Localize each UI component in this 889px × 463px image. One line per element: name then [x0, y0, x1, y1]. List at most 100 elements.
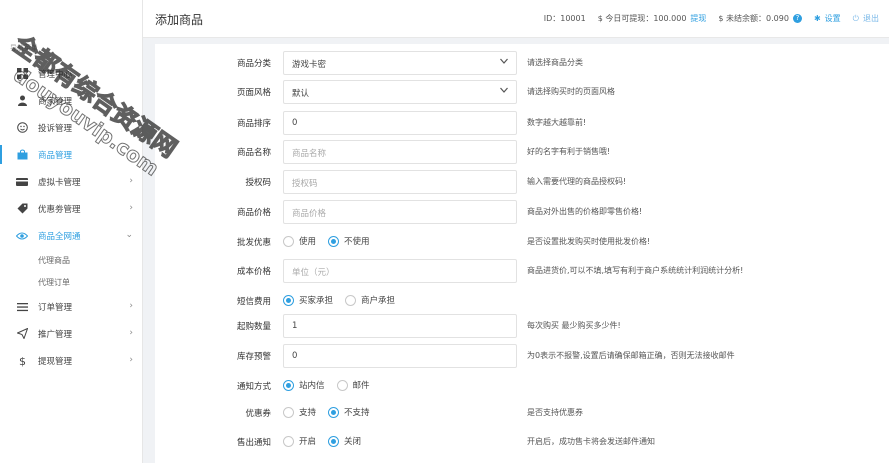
form-row: 库存预警 0 为0表示不报警,设置后请确保邮箱正确，否则无法接收邮件 — [155, 344, 889, 368]
sidebar-item[interactable]: 订单管理 › — [0, 293, 143, 320]
form-row: 商品分类 游戏卡密 请选择商品分类 — [155, 51, 889, 75]
radio-option[interactable]: 使用 — [283, 235, 316, 247]
field-label: 售出通知 — [236, 438, 271, 448]
radio-option[interactable]: 站内信 — [283, 379, 325, 391]
radio-unchecked-icon[interactable] — [345, 294, 357, 306]
sidebar-item[interactable]: 推广管理 › — [0, 320, 143, 347]
sidebar-item[interactable]: 虚拟卡管理 › — [0, 168, 143, 195]
form-row: 商品价格 商品价格 商品对外出售的价格即零售价格! — [155, 200, 889, 224]
field-value: 游戏卡密 — [292, 60, 327, 70]
sidebar-item-label: 管理中心 — [38, 69, 73, 80]
text-input[interactable]: 商品名称 — [283, 140, 517, 164]
sidebar-item-label: 商品全网通 — [38, 231, 81, 242]
sidebar-item-label: 商家管理 — [38, 96, 73, 107]
chevron-right-icon: › — [129, 301, 133, 311]
radio-option[interactable]: 开启 — [283, 435, 316, 447]
chevron-right-icon: › — [129, 203, 133, 213]
top-header: 添加商品 ID：10001 $ 今日可提现：100.000 提现 $ 未结余额：… — [143, 0, 889, 38]
sidebar-item[interactable]: 商品管理 — [0, 141, 143, 168]
chevron-right-icon: › — [129, 355, 133, 365]
field-label: 成本价格 — [236, 267, 271, 277]
bag-icon — [16, 149, 28, 161]
sidebar-item-label: 虚拟卡管理 — [38, 177, 81, 188]
eye-icon — [16, 230, 28, 242]
power-icon[interactable]: ⏻ — [853, 14, 859, 24]
sidebar-item[interactable]: 商品全网通 ⌄ — [0, 222, 143, 249]
smile-icon — [16, 122, 28, 134]
send-icon — [16, 328, 28, 340]
text-input[interactable]: 0 — [283, 344, 517, 368]
radio-option[interactable]: 买家承担 — [283, 294, 333, 306]
sidebar-item-label: 订单管理 — [38, 302, 73, 313]
radio-option[interactable]: 商户承担 — [345, 294, 395, 306]
dollar-icon: $ — [16, 355, 28, 367]
radio-group: 使用 不使用 — [283, 235, 382, 247]
radio-label: 邮件 — [352, 381, 370, 391]
sidebar-subitem[interactable]: 代理商品 — [0, 249, 143, 271]
logout-link[interactable]: 退出 — [863, 13, 879, 24]
radio-label: 开启 — [299, 437, 317, 447]
radio-checked-icon[interactable] — [328, 406, 340, 418]
sidebar-item[interactable]: 管理中心 — [0, 60, 143, 87]
field-hint: 为0表示不报警,设置后请确保邮箱正确，否则无法接收邮件 — [527, 351, 735, 360]
dashboard-icon — [16, 68, 28, 80]
radio-unchecked-icon[interactable] — [283, 435, 294, 447]
radio-checked-icon[interactable] — [328, 235, 340, 247]
radio-checked-icon[interactable] — [283, 294, 294, 306]
unsettled-balance: $ 未结余额：0.090 — [718, 14, 789, 23]
form-row: 起购数量 1 每次购买 最少购买多少件! — [155, 314, 889, 338]
help-icon[interactable]: ? — [792, 14, 802, 23]
sidebar-item[interactable]: $ 提现管理 › — [0, 347, 143, 374]
text-input[interactable]: 单位（元） — [283, 259, 517, 283]
field-value: 默认 — [292, 89, 310, 99]
radio-option[interactable]: 邮件 — [336, 379, 370, 391]
radio-option[interactable]: 不使用 — [328, 235, 370, 247]
radio-group: 买家承担 商户承担 — [283, 294, 407, 306]
field-label: 通知方式 — [236, 382, 271, 392]
select-field[interactable]: 游戏卡密 — [283, 51, 517, 75]
field-hint: 是否支持优惠券 — [527, 408, 583, 417]
form-row: 短信费用 买家承担 商户承担 — [155, 289, 889, 313]
radio-group: 支持 不支持 — [283, 406, 382, 418]
sidebar-item[interactable]: 商家管理 — [0, 87, 143, 114]
tag-icon — [16, 203, 28, 215]
withdraw-link[interactable]: 提现 — [690, 13, 706, 24]
field-hint: 开启后，成功售卡将会发送邮件通知 — [527, 437, 655, 446]
field-label: 优惠券 — [245, 409, 271, 419]
settings-link[interactable]: 设置 — [825, 13, 841, 24]
sidebar-item-label: 商品管理 — [38, 150, 73, 161]
text-input[interactable]: 商品价格 — [283, 200, 517, 224]
text-input[interactable]: 0 — [283, 111, 517, 135]
form-row: 商品名称 商品名称 好的名字有利于销售哦! — [155, 140, 889, 164]
radio-option[interactable]: 支持 — [283, 406, 316, 418]
form-row: 授权码 授权码 输入需要代理的商品授权码! — [155, 170, 889, 194]
input-placeholder: 商品名称 — [292, 149, 327, 159]
field-value: 0 — [292, 351, 298, 361]
form-row: 售出通知 开启 关闭 开启后，成功售卡将会发送邮件通知 — [155, 430, 889, 454]
sidebar-item[interactable]: 投诉管理 — [0, 114, 143, 141]
radio-option[interactable]: 关闭 — [328, 435, 361, 447]
radio-option[interactable]: 不支持 — [328, 406, 370, 418]
radio-checked-icon[interactable] — [283, 379, 294, 391]
radio-unchecked-icon[interactable] — [283, 406, 294, 418]
field-label: 商品分类 — [236, 59, 271, 69]
field-label: 批发优惠 — [236, 238, 271, 248]
text-input[interactable]: 1 — [283, 314, 517, 338]
gear-icon[interactable]: ✱ — [814, 14, 821, 23]
radio-checked-icon[interactable] — [328, 435, 340, 447]
radio-label: 关闭 — [344, 437, 362, 447]
sidebar-item[interactable]: 优惠劵管理 › — [0, 195, 143, 222]
input-placeholder: 授权码 — [292, 179, 318, 189]
select-field[interactable]: 默认 — [283, 80, 517, 104]
merchant-id: ID：10001 — [543, 14, 586, 23]
field-label: 页面风格 — [236, 88, 271, 98]
radio-unchecked-icon[interactable] — [336, 379, 348, 391]
radio-label: 使用 — [299, 237, 317, 247]
sidebar-subitem[interactable]: 代理订单 — [0, 271, 143, 293]
chevron-right-icon: › — [129, 328, 133, 338]
field-label: 商品价格 — [236, 208, 271, 218]
text-input[interactable]: 授权码 — [283, 170, 517, 194]
radio-unchecked-icon[interactable] — [283, 235, 294, 247]
field-label: 商品名称 — [236, 148, 271, 158]
radio-label: 不支持 — [344, 408, 370, 418]
